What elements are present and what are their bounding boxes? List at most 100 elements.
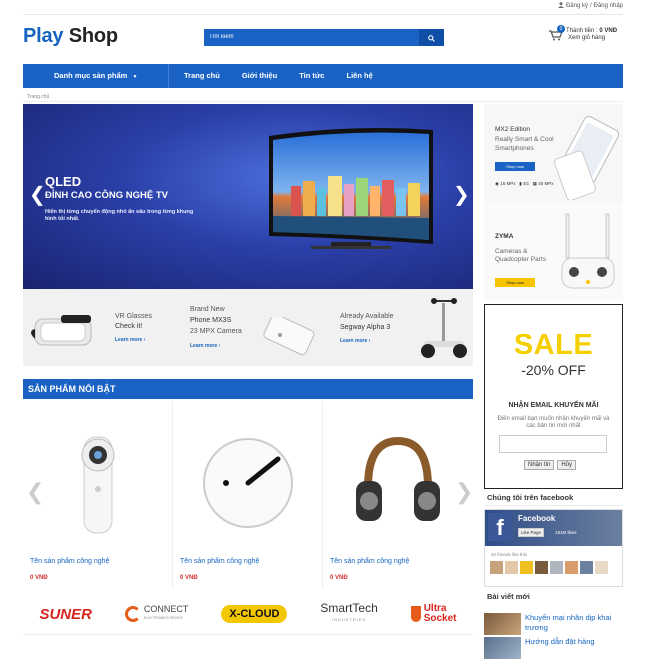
brand-smarttech[interactable]: SmartTech INDUSTRIES xyxy=(320,601,378,625)
brand-connect-name: CONNECT xyxy=(143,604,189,614)
right-banner1-line3: Smartphones xyxy=(495,145,534,152)
product-card[interactable]: Tên sản phẩm công nghệ 0 VNĐ xyxy=(23,401,173,589)
sale-title: SALE xyxy=(513,329,594,361)
separator: / xyxy=(589,3,592,9)
login-link[interactable]: Đăng nhập xyxy=(594,3,623,9)
ultrasocket-logo-icon xyxy=(410,606,421,622)
featured-heading: SẢN PHẨM NỔI BẬT xyxy=(23,379,473,399)
banner-segway-line1: Already Available xyxy=(340,313,394,320)
breadcrumb[interactable]: Trang chủ xyxy=(27,94,49,100)
sale-percent: -20% OFF xyxy=(521,362,586,378)
brand-xcloud[interactable]: X-CLOUD xyxy=(221,605,288,623)
network-icon: ▮ xyxy=(519,181,522,186)
search-bar xyxy=(204,29,444,46)
email-field[interactable] xyxy=(499,435,607,453)
banner-vr-more[interactable]: Learn more › xyxy=(115,337,145,343)
stat-camera: 16 MPx xyxy=(500,181,516,186)
avatar xyxy=(550,561,563,574)
right-banner2-button[interactable]: Shop now xyxy=(495,278,535,287)
post-item[interactable]: Hướng dẫn đặt hàng xyxy=(484,637,623,659)
banner-vr-line1: VR Glasses xyxy=(115,313,152,320)
divider xyxy=(23,14,623,15)
banner-phone[interactable]: Brand New Phone MX3S 23 MPX Camera Learn… xyxy=(173,289,323,366)
hero-subtitle: ĐỈNH CAO CÔNG NGHỆ TV xyxy=(45,190,168,201)
nav-contact[interactable]: Liên hệ xyxy=(346,64,372,88)
segway-image xyxy=(421,298,467,358)
right-banner1-stats: ◉ 16 MPx ▮ 4G ▦ 40 MPx xyxy=(495,180,554,188)
smartphone-image xyxy=(554,115,620,200)
avatar xyxy=(565,561,578,574)
facebook-icon: f xyxy=(488,513,512,541)
avatar xyxy=(490,561,503,574)
stat-network: 4G xyxy=(522,181,529,186)
cancel-button[interactable]: Hủy xyxy=(557,460,577,470)
banner-vr[interactable]: VR Glasses Check it! Learn more › xyxy=(23,289,173,366)
nav-home[interactable]: Trang chủ xyxy=(184,64,220,88)
cart-count: 0 xyxy=(557,25,565,33)
register-link[interactable]: Đăng ký xyxy=(566,3,588,9)
stat-storage: 40 MPx xyxy=(538,181,554,186)
site-logo[interactable]: Play Shop xyxy=(23,25,118,48)
product-name[interactable]: Tên sản phẩm công nghệ xyxy=(330,558,409,565)
banner-segway-line2: Segway Alpha 3 xyxy=(340,324,391,331)
view-cart-link[interactable]: Xem giỏ hàng xyxy=(566,35,617,42)
right-banner-drone[interactable]: ZYMA Cameras & Quadcopter Parts Shop now xyxy=(484,202,623,300)
arrow-right-icon[interactable]: ❯ xyxy=(453,184,470,204)
brand-connect[interactable]: CONNECT ELECTRONICS DEVICE xyxy=(124,604,189,623)
right-banner2-line2: Cameras & Quadcopter Parts xyxy=(495,248,546,263)
tv-image xyxy=(269,128,433,249)
search-button[interactable] xyxy=(419,29,444,46)
search-input[interactable] xyxy=(204,29,419,46)
arrow-right-icon[interactable]: ❯ xyxy=(455,480,473,505)
product-name[interactable]: Tên sản phẩm công nghệ xyxy=(180,558,259,565)
right-banner1-line2: Really Smart & Cool xyxy=(495,136,554,143)
user-icon xyxy=(557,2,564,10)
product-price: 0 VNĐ xyxy=(30,575,48,581)
category-menu[interactable]: Danh mục sản phẩm ▼ xyxy=(23,64,168,88)
product-card[interactable]: Tên sản phẩm công nghệ 0 VNĐ xyxy=(323,401,473,589)
facebook-page-name[interactable]: Facebook xyxy=(518,514,555,523)
brand-suner[interactable]: SUNER xyxy=(39,606,92,623)
nav-news[interactable]: Tin tức xyxy=(299,64,324,88)
cart[interactable]: 0 Thành tiền : 0 VNĐ Xem giỏ hàng xyxy=(549,25,617,42)
post-title[interactable]: Hướng dẫn đặt hàng xyxy=(525,637,621,647)
right-banner1-button[interactable]: Shop now xyxy=(495,162,535,171)
post-item[interactable]: Khuyến mại nhân dịp khai trương xyxy=(484,613,623,635)
product-card[interactable]: Tên sản phẩm công nghệ 0 VNĐ xyxy=(173,401,323,589)
right-banner1-line1: MX2 Edition xyxy=(495,126,531,133)
facebook-widget[interactable]: f Facebook Like Page 191M likes 40 frien… xyxy=(484,509,623,587)
posts-heading: Bài viết mới xyxy=(487,592,530,601)
product-name[interactable]: Tên sản phẩm công nghệ xyxy=(30,558,109,565)
brand-connect-tagline: ELECTRONICS DEVICE xyxy=(143,616,183,620)
right-banner-phone[interactable]: MX2 Edition Really Smart & Cool Smartpho… xyxy=(484,104,623,202)
arrow-left-icon[interactable]: ❮ xyxy=(26,480,44,505)
divider xyxy=(23,101,623,102)
logo-part1: Play xyxy=(23,25,64,47)
arrow-left-icon[interactable]: ❮ xyxy=(29,184,46,204)
like-page-button[interactable]: Like Page xyxy=(518,528,545,537)
banner-phone-more[interactable]: Learn more › xyxy=(190,343,220,349)
hero-slider[interactable]: QLED ĐỈNH CAO CÔNG NGHỆ TV Hiển thị từng… xyxy=(23,104,473,289)
subscribe-button[interactable]: Nhận tin xyxy=(524,460,555,470)
brand-ultrasocket[interactable]: Ultra Socket xyxy=(410,604,457,624)
cart-icon: 0 xyxy=(549,25,565,41)
logo-part2: Shop xyxy=(68,25,118,47)
phone-image xyxy=(263,317,315,356)
post-title[interactable]: Khuyến mại nhân dịp khai trương xyxy=(525,613,621,633)
brand-smarttech-name: SmartTech xyxy=(320,601,378,615)
cart-total: 0 VNĐ xyxy=(599,28,618,34)
drone-image xyxy=(561,213,615,289)
facebook-friends: 40 friends like this xyxy=(491,552,528,557)
product-list: Tên sản phẩm công nghệ 0 VNĐ Tên sản phẩ… xyxy=(23,401,473,589)
banner-segway[interactable]: Already Available Segway Alpha 3 Learn m… xyxy=(323,289,473,366)
facebook-heading: Chúng tôi trên facebook xyxy=(487,493,574,502)
product-price: 0 VNĐ xyxy=(180,575,198,581)
banner-segway-more[interactable]: Learn more › xyxy=(340,338,370,344)
camera-icon: ◉ xyxy=(495,181,499,186)
avatar xyxy=(505,561,518,574)
top-bar: Đăng ký / Đăng nhập xyxy=(0,0,650,12)
banner-phone-line3: 23 MPX Camera xyxy=(190,328,242,335)
cart-summary: Thành tiền : 0 VNĐ Xem giỏ hàng xyxy=(566,28,617,42)
nav-about[interactable]: Giới thiệu xyxy=(242,64,277,88)
chevron-down-icon: ▼ xyxy=(132,74,138,80)
